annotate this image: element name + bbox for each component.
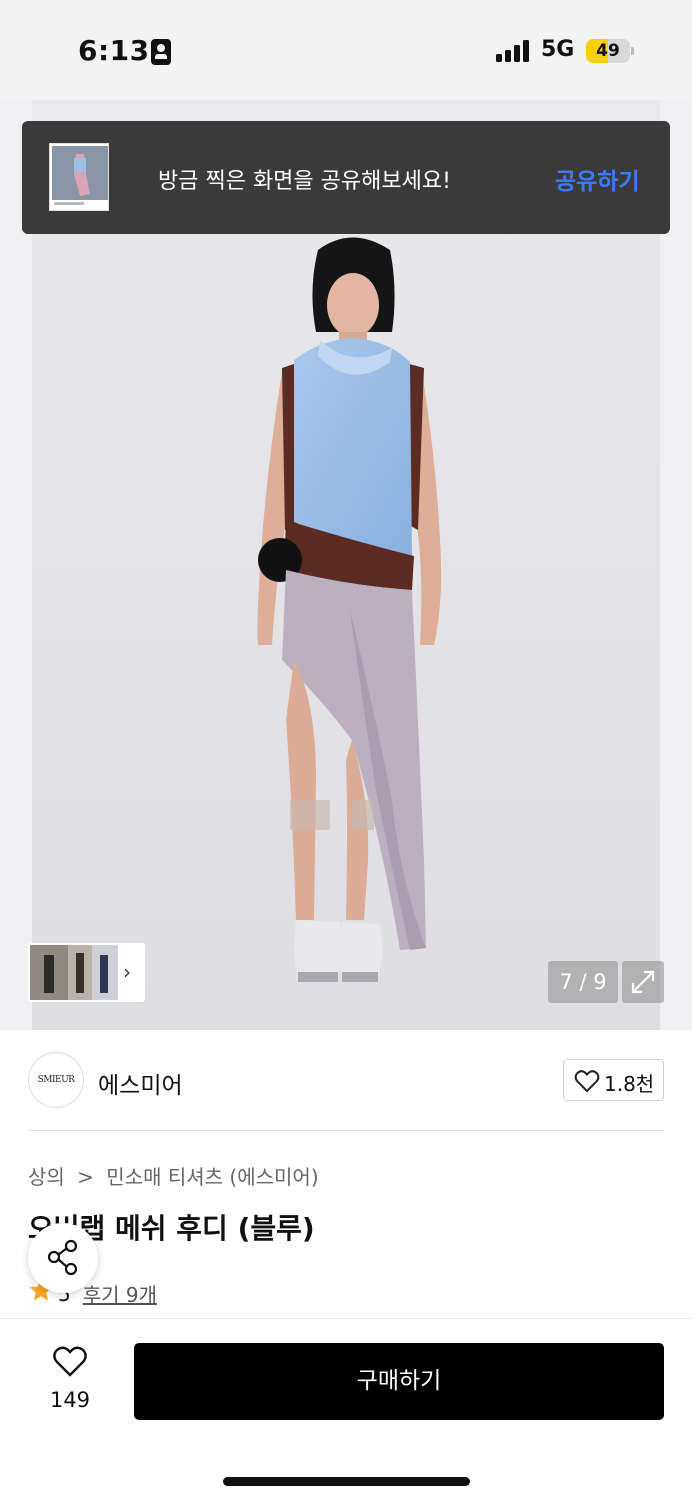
wishlist-count: 149 bbox=[49, 1388, 91, 1412]
gallery-thumbnails[interactable]: › bbox=[28, 943, 145, 1002]
screenshot-thumbnail[interactable] bbox=[49, 143, 109, 211]
share-icon bbox=[47, 1239, 78, 1276]
brand-logo[interactable]: SMIEUR bbox=[28, 1052, 84, 1108]
brand-name[interactable]: 에스미어 bbox=[98, 1066, 183, 1100]
status-time: 6:13 bbox=[78, 34, 150, 67]
share-now-button[interactable]: 공유하기 bbox=[555, 162, 640, 196]
heart-icon bbox=[53, 1346, 87, 1377]
share-button[interactable] bbox=[28, 1223, 98, 1293]
product-photo bbox=[0, 100, 692, 1030]
toast-message: 방금 찍은 화면을 공유해보세요! bbox=[158, 169, 451, 194]
divider bbox=[28, 1130, 664, 1131]
screenshot-share-toast: 방금 찍은 화면을 공유해보세요! 공유하기 bbox=[22, 121, 670, 234]
brand-like-count: 1.8천 bbox=[604, 1072, 655, 1096]
portrait-lock-icon bbox=[151, 39, 171, 65]
buy-button[interactable]: 구매하기 bbox=[134, 1343, 664, 1420]
battery-icon: 49 bbox=[586, 39, 634, 63]
breadcrumb-separator: > bbox=[77, 1165, 94, 1189]
expand-icon[interactable] bbox=[622, 961, 664, 1003]
status-bar: 6:13 5G 49 bbox=[0, 0, 692, 100]
heart-icon bbox=[574, 1070, 600, 1093]
breadcrumb: 상의 > 민소매 티셔츠 (에스미어) bbox=[28, 1161, 325, 1190]
signal-icon bbox=[496, 40, 532, 62]
chevron-right-icon: › bbox=[123, 960, 131, 984]
wishlist-button[interactable]: 149 bbox=[40, 1344, 100, 1414]
home-indicator[interactable] bbox=[223, 1477, 470, 1486]
product-image[interactable] bbox=[0, 100, 692, 1030]
battery-percent: 49 bbox=[596, 41, 620, 61]
bottom-action-bar: 149 구매하기 bbox=[0, 1318, 692, 1500]
breadcrumb-category[interactable]: 상의 bbox=[28, 1165, 65, 1189]
image-counter: 7 / 9 bbox=[548, 961, 618, 1003]
brand-like-button[interactable]: 1.8천 bbox=[563, 1059, 664, 1101]
breadcrumb-subcategory[interactable]: 민소매 티셔츠 (에스미어) bbox=[106, 1165, 318, 1189]
network-type: 5G bbox=[541, 37, 575, 62]
